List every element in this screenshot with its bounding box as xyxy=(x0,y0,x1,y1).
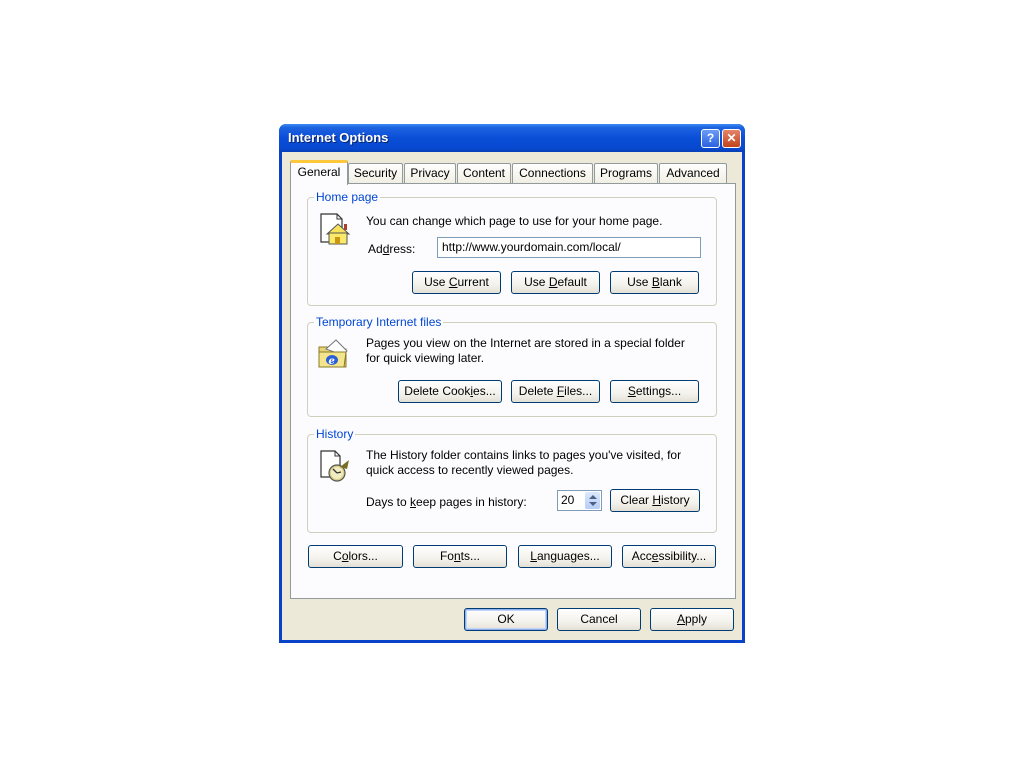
history-group: History The History folder contains link… xyxy=(307,427,717,533)
btn-accel: n xyxy=(453,549,461,563)
label-text-end: eep pages in history: xyxy=(416,495,527,509)
history-legend: History xyxy=(316,427,354,441)
history-description: The History folder contains links to pag… xyxy=(366,448,681,478)
btn-accel: C xyxy=(448,275,458,289)
btn-text-end: efault xyxy=(557,275,587,289)
days-to-keep-spinner[interactable]: 20 xyxy=(557,490,602,511)
btn-accel: A xyxy=(676,612,685,626)
btn-text: Clear xyxy=(620,493,653,507)
btn-accel: H xyxy=(652,493,661,507)
btn-accel: B xyxy=(651,275,660,289)
use-current-button[interactable]: Use Current xyxy=(412,271,501,294)
home-page-description: You can change which page to use for you… xyxy=(366,214,663,228)
tab-connections[interactable]: Connections xyxy=(512,163,593,183)
close-icon: ✕ xyxy=(726,131,737,145)
btn-accel: S xyxy=(627,384,636,398)
temporary-files-description: Pages you view on the Internet are store… xyxy=(366,336,685,366)
languages-button[interactable]: Languages... xyxy=(518,545,612,568)
tab-advanced[interactable]: Advanced xyxy=(659,163,727,183)
ie-folder-icon: e xyxy=(318,339,348,368)
btn-text: Fo xyxy=(439,549,454,563)
settings-button[interactable]: Settings... xyxy=(610,380,699,403)
close-button[interactable]: ✕ xyxy=(722,129,741,148)
temporary-files-group: Temporary Internet files e Pages you vie… xyxy=(307,315,717,417)
tab-content[interactable]: Content xyxy=(457,163,511,183)
address-label-text: Ad xyxy=(368,242,383,256)
title-bar[interactable]: Internet Options ? ✕ xyxy=(279,124,745,152)
desc-line: Pages you view on the Internet are store… xyxy=(366,336,685,350)
help-icon: ? xyxy=(706,131,715,145)
btn-text-end: es... xyxy=(473,384,496,398)
dialog-client-area: General Security Privacy Content Connect… xyxy=(282,152,742,640)
general-tab-panel: Home page You can change which page to u… xyxy=(290,183,736,599)
btn-text: Acc xyxy=(631,549,652,563)
address-label-text-end: ress: xyxy=(389,242,416,256)
address-label: Address: xyxy=(368,242,415,257)
btn-text: C xyxy=(333,549,342,563)
home-page-icon xyxy=(320,213,351,245)
days-to-keep-label: Days to keep pages in history: xyxy=(366,495,527,510)
internet-options-dialog: Internet Options ? ✕ General Security Pr… xyxy=(279,124,745,643)
delete-cookies-button[interactable]: Delete Cookies... xyxy=(398,380,502,403)
tab-privacy[interactable]: Privacy xyxy=(404,163,456,183)
spin-down-icon[interactable] xyxy=(589,502,597,506)
use-default-button[interactable]: Use Default xyxy=(511,271,600,294)
spinner-buttons[interactable] xyxy=(585,492,600,509)
home-page-group: Home page You can change which page to u… xyxy=(307,190,717,306)
btn-text-end: ssibility... xyxy=(658,549,707,563)
accessibility-button[interactable]: Accessibility... xyxy=(622,545,716,568)
btn-accel: D xyxy=(548,275,558,289)
use-blank-button[interactable]: Use Blank xyxy=(610,271,699,294)
tab-programs[interactable]: Programs xyxy=(594,163,658,183)
btn-accel: o xyxy=(341,549,349,563)
btn-text-end: anguages... xyxy=(536,549,600,563)
apply-button[interactable]: Apply xyxy=(650,608,734,631)
tab-general[interactable]: General xyxy=(290,160,348,185)
home-page-legend: Home page xyxy=(316,190,379,204)
ok-button[interactable]: OK xyxy=(464,608,548,631)
desc-line: The History folder contains links to pag… xyxy=(366,448,682,462)
btn-text-end: iles... xyxy=(564,384,593,398)
btn-text-end: ts... xyxy=(460,549,481,563)
history-icon xyxy=(320,450,349,482)
window-title: Internet Options xyxy=(288,130,389,145)
colors-button[interactable]: Colors... xyxy=(308,545,403,568)
days-to-keep-value[interactable]: 20 xyxy=(561,493,574,507)
btn-text-end: pply xyxy=(685,612,708,626)
desc-line: quick access to recently viewed pages. xyxy=(366,463,574,477)
cancel-button[interactable]: Cancel xyxy=(557,608,641,631)
btn-text-end: ettings... xyxy=(635,384,682,398)
btn-text-end: urrent xyxy=(457,275,489,289)
delete-files-button[interactable]: Delete Files... xyxy=(511,380,600,403)
clear-history-button[interactable]: Clear History xyxy=(610,489,700,512)
temporary-files-legend: Temporary Internet files xyxy=(316,315,442,329)
btn-text: Delete xyxy=(518,384,557,398)
spin-up-icon[interactable] xyxy=(589,495,597,499)
btn-text-end: istory xyxy=(661,493,690,507)
desc-line: for quick viewing later. xyxy=(366,351,485,365)
help-button[interactable]: ? xyxy=(701,129,720,148)
fonts-button[interactable]: Fonts... xyxy=(413,545,507,568)
btn-text: Use xyxy=(627,275,652,289)
btn-text: Use xyxy=(524,275,549,289)
address-input[interactable]: http://www.yourdomain.com/local/ xyxy=(437,237,701,258)
btn-text-end: lors... xyxy=(348,549,378,563)
label-text: Days to xyxy=(366,495,411,509)
btn-text: Use xyxy=(424,275,449,289)
tab-security[interactable]: Security xyxy=(348,163,403,183)
svg-text:e: e xyxy=(329,356,335,367)
btn-text: Delete Cook xyxy=(404,384,471,398)
btn-accel: L xyxy=(530,549,537,563)
btn-text-end: lank xyxy=(659,275,682,289)
